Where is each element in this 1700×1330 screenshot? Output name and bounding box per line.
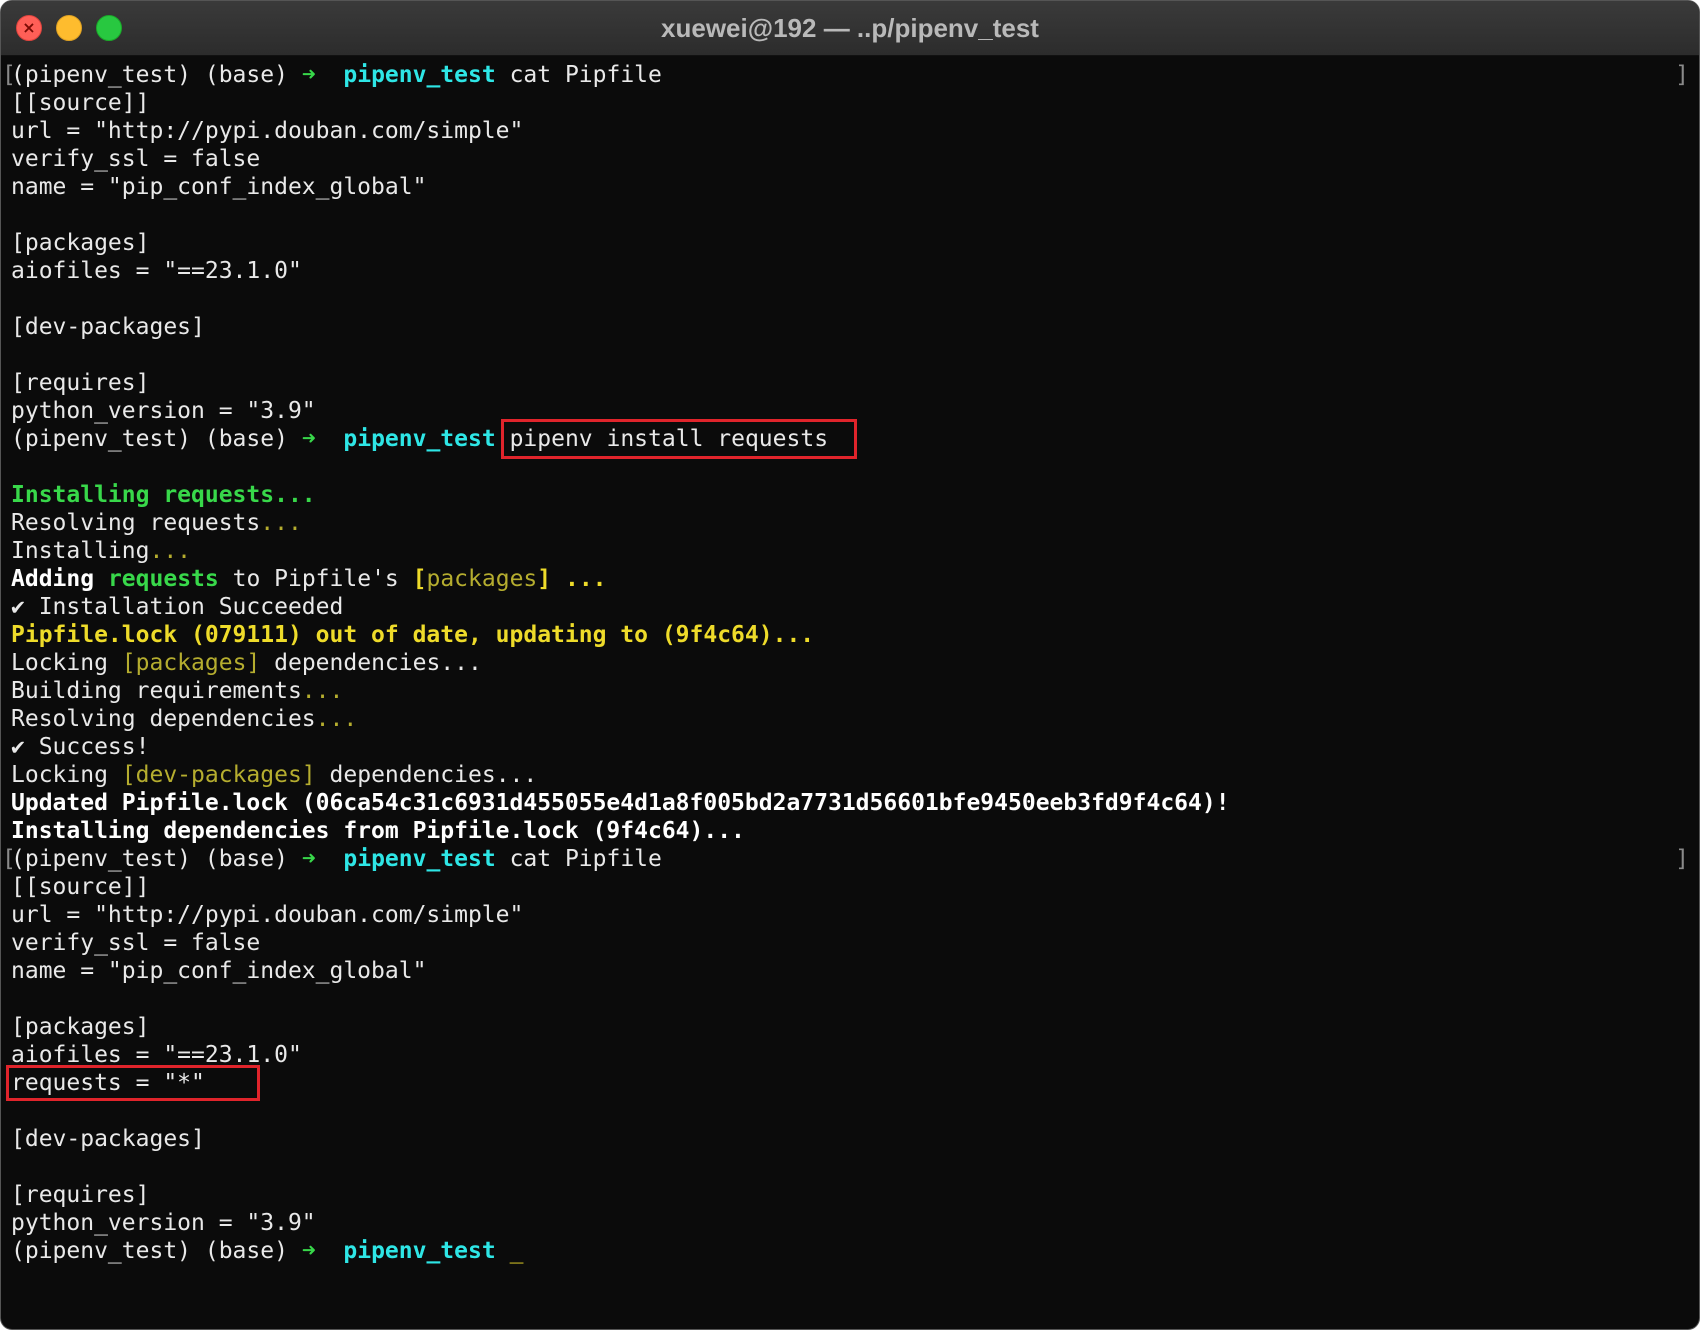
output-line: Locking [packages] dependencies... <box>11 650 482 676</box>
output-line: aiofiles = "==23.1.0" <box>11 258 302 284</box>
prompt-line: [(pipenv_test) (base) ➜ pipenv_test cat … <box>2 846 1689 872</box>
prompt-dir: pipenv_test <box>343 426 496 452</box>
output-line: Adding requests to Pipfile's [packages] … <box>11 566 607 592</box>
prompt-env: (pipenv_test) (base) <box>11 1238 288 1264</box>
output-line: [[source]] <box>11 90 150 116</box>
prompt-arrow-icon: ➜ <box>301 1238 316 1264</box>
output-line: name = "pip_conf_index_global" <box>11 958 427 984</box>
output-line: ✔ Success! <box>11 734 150 760</box>
output-line: Resolving dependencies... <box>11 706 358 732</box>
output-line: requests = "*" <box>6 1065 1699 1101</box>
output-line: verify_ssl = false <box>11 930 261 956</box>
terminal-output[interactable]: [(pipenv_test) (base) ➜ pipenv_test cat … <box>1 61 1699 1329</box>
prompt-line: (pipenv_test) (base) ➜ pipenv_test pipen… <box>11 419 1699 459</box>
output-line: aiofiles = "==23.1.0" <box>11 1042 302 1068</box>
prompt-dir: pipenv_test <box>343 62 496 88</box>
output-line: python_version = "3.9" <box>11 398 316 424</box>
highlighted-requests-entry: requests = "*" <box>6 1065 260 1101</box>
prompt-env: (pipenv_test) (base) <box>11 426 288 452</box>
output-line: [[source]] <box>11 874 150 900</box>
prompt-arrow-icon: ➜ <box>301 62 316 88</box>
command-text: cat Pipfile <box>509 62 662 88</box>
output-line: Locking [dev-packages] dependencies... <box>11 762 538 788</box>
output-line: Pipfile.lock (079111) out of date, updat… <box>11 622 815 648</box>
terminal-window: × xuewei@192 — ..p/pipenv_test [(pipenv_… <box>0 0 1700 1330</box>
prompt-line: [(pipenv_test) (base) ➜ pipenv_test cat … <box>2 62 1689 88</box>
output-line: verify_ssl = false <box>11 146 261 172</box>
highlighted-install-command: pipenv install requests <box>500 419 858 459</box>
prompt-env: (pipenv_test) (base) <box>11 846 288 872</box>
output-line: [requires] <box>11 370 150 396</box>
window-title: xuewei@192 — ..p/pipenv_test <box>661 13 1039 43</box>
output-line: [requires] <box>11 1182 150 1208</box>
prompt-env: (pipenv_test) (base) <box>11 62 288 88</box>
output-line: url = "http://pypi.douban.com/simple" <box>11 118 524 144</box>
command-text: cat Pipfile <box>509 846 662 872</box>
output-line: [dev-packages] <box>11 314 205 340</box>
output-line: name = "pip_conf_index_global" <box>11 174 427 200</box>
text-cursor: _ <box>509 1238 524 1264</box>
title-bar[interactable]: × xuewei@192 — ..p/pipenv_test <box>1 1 1699 56</box>
prompt-arrow-icon: ➜ <box>301 426 316 452</box>
output-line: Installing dependencies from Pipfile.loc… <box>11 818 745 844</box>
prompt-dir: pipenv_test <box>343 1238 496 1264</box>
output-line: Installing requests... <box>11 482 316 508</box>
output-line: Updated Pipfile.lock (06ca54c31c6931d455… <box>11 790 1230 816</box>
output-line: python_version = "3.9" <box>11 1210 316 1236</box>
output-line: Resolving requests... <box>11 510 302 536</box>
output-line: [packages] <box>11 230 150 256</box>
output-line: [packages] <box>11 1014 150 1040</box>
prompt-dir: pipenv_test <box>343 846 496 872</box>
prompt-line[interactable]: (pipenv_test) (base) ➜ pipenv_test _ <box>11 1237 1699 1265</box>
output-line: url = "http://pypi.douban.com/simple" <box>11 902 524 928</box>
output-line: [dev-packages] <box>11 1126 205 1152</box>
prompt-arrow-icon: ➜ <box>301 846 316 872</box>
output-line: ✔ Installation Succeeded <box>11 594 344 620</box>
output-line: Building requirements... <box>11 678 344 704</box>
output-line: Installing... <box>11 538 192 564</box>
